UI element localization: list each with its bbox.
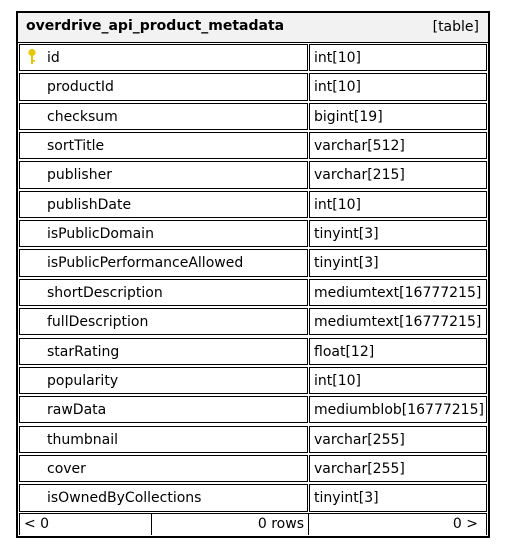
table-name: overdrive_api_product_metadata xyxy=(26,18,285,34)
table-row: isPublicDomain tinyint[3] xyxy=(18,219,488,248)
column-name: shortDescription xyxy=(19,278,308,307)
table-row: productId int[10] xyxy=(18,72,488,101)
table-row: shortDescription mediumtext[16777215] xyxy=(18,278,488,307)
column-name: rawData xyxy=(19,396,308,424)
column-type: int[10] xyxy=(309,366,487,395)
table-kind: [table] xyxy=(432,19,479,35)
column-type: mediumtext[16777215] xyxy=(309,308,487,336)
column-name: id xyxy=(19,44,308,72)
column-name: starRating xyxy=(19,337,308,365)
column-name: checksum xyxy=(19,102,308,130)
column-type: tinyint[3] xyxy=(309,220,487,248)
row-count: 0 rows xyxy=(151,513,309,535)
table-row: isPublicPerformanceAllowed tinyint[3] xyxy=(18,248,488,277)
table-row: thumbnail varchar[255] xyxy=(18,425,488,454)
table-header: overdrive_api_product_metadata [table] xyxy=(18,13,488,43)
column-name: sortTitle xyxy=(19,132,308,160)
column-type: int[10] xyxy=(309,44,487,72)
column-type: varchar[512] xyxy=(309,132,487,160)
column-type: tinyint[3] xyxy=(309,249,487,277)
table-row: popularity int[10] xyxy=(18,366,488,395)
table-row: publisher varchar[215] xyxy=(18,160,488,189)
table-row: publishDate int[10] xyxy=(18,190,488,219)
column-name: isOwnedByCollections xyxy=(19,484,308,512)
column-type: tinyint[3] xyxy=(309,484,487,512)
table-row: fullDescription mediumtext[16777215] xyxy=(18,307,488,336)
column-type: int[10] xyxy=(309,190,487,219)
next-page-button[interactable]: 0 > xyxy=(308,513,487,535)
column-type: int[10] xyxy=(309,73,487,101)
column-name: fullDescription xyxy=(19,308,308,336)
table-row: checksum bigint[19] xyxy=(18,102,488,131)
column-name: isPublicDomain xyxy=(19,220,308,248)
column-type: float[12] xyxy=(309,337,487,365)
column-name: productId xyxy=(19,73,308,101)
key-icon xyxy=(28,48,36,64)
table-footer: < 0 0 rows 0 > xyxy=(18,511,488,536)
column-name: publisher xyxy=(19,161,308,189)
table-row: isOwnedByCollections tinyint[3] xyxy=(18,483,488,512)
column-name: popularity xyxy=(19,366,308,395)
column-type: bigint[19] xyxy=(309,102,487,130)
column-type: varchar[215] xyxy=(309,161,487,189)
prev-page-button[interactable]: < 0 xyxy=(19,513,152,535)
table-card: overdrive_api_product_metadata [table] i… xyxy=(16,11,490,538)
column-name: isPublicPerformanceAllowed xyxy=(19,249,308,277)
table-row: starRating float[12] xyxy=(18,337,488,366)
table-row: rawData mediumblob[16777215] xyxy=(18,395,488,424)
column-type: mediumblob[16777215] xyxy=(309,396,487,424)
table-row: sortTitle varchar[512] xyxy=(18,131,488,160)
column-type: varchar[255] xyxy=(309,454,487,483)
table-row: cover varchar[255] xyxy=(18,454,488,483)
column-type: varchar[255] xyxy=(309,425,487,453)
column-name: cover xyxy=(19,454,308,483)
table-row: id int[10] xyxy=(18,43,488,72)
column-name: thumbnail xyxy=(19,425,308,453)
column-type: mediumtext[16777215] xyxy=(309,278,487,307)
column-name: publishDate xyxy=(19,190,308,219)
